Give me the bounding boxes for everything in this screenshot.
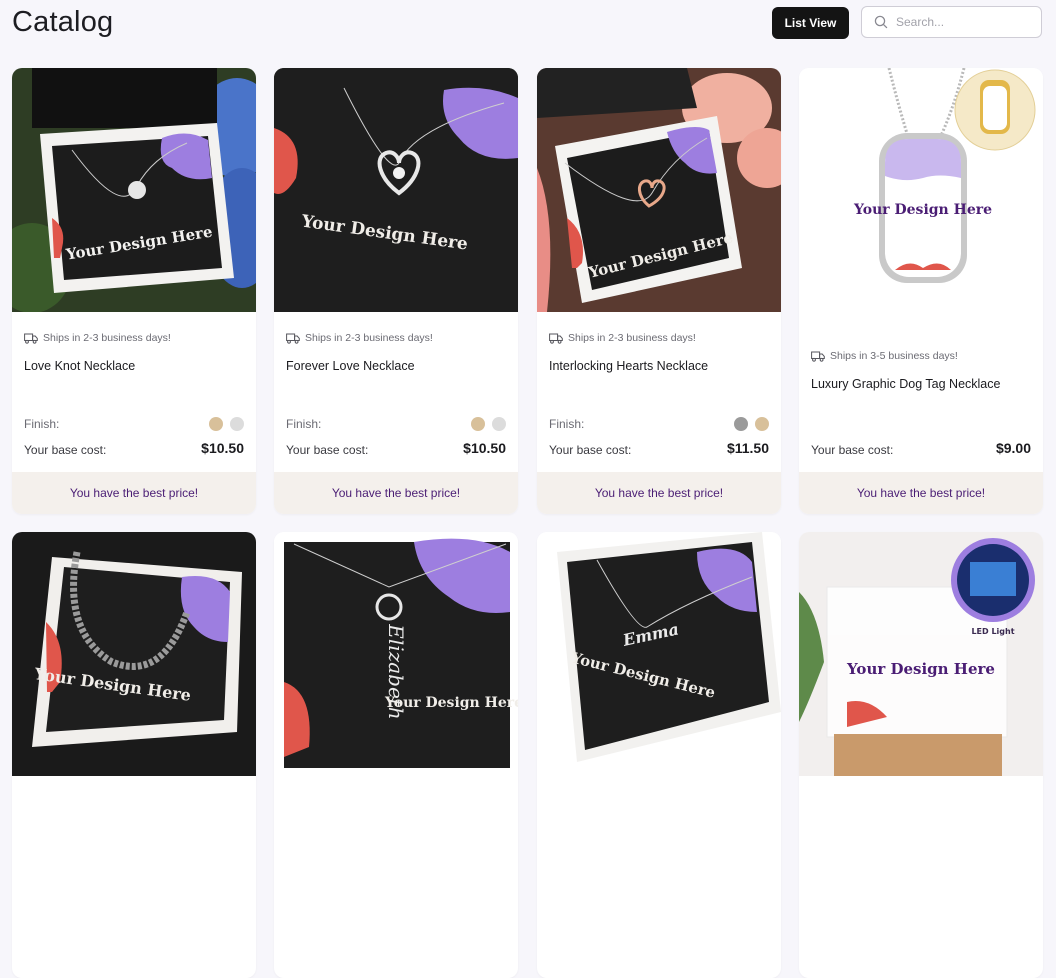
- shipping-text: Ships in 2-3 business days!: [568, 332, 696, 344]
- search-box[interactable]: [861, 6, 1042, 38]
- base-cost-value: $10.50: [201, 440, 244, 456]
- product-card[interactable]: Your Design Here Ships in 3-5 business d…: [799, 68, 1043, 514]
- shipping-info: Ships in 2-3 business days!: [24, 332, 171, 344]
- truck-icon: [811, 351, 825, 362]
- product-image-text: Your Design Here: [384, 695, 518, 711]
- finish-swatches: [734, 417, 769, 431]
- base-cost-value: $10.50: [463, 440, 506, 456]
- base-cost-label: Your base cost:: [811, 443, 894, 457]
- product-card[interactable]: Elizabeth Your Design Here: [274, 532, 518, 978]
- product-image-text: Your Design Here: [853, 202, 992, 218]
- finish-swatch-gold[interactable]: [471, 417, 485, 431]
- product-image[interactable]: Elizabeth Your Design Here: [274, 532, 518, 776]
- finish-swatch-silver[interactable]: [230, 417, 244, 431]
- product-card[interactable]: Your Design Here Ships in 2-3 business d…: [274, 68, 518, 514]
- product-image[interactable]: Your Design Here: [799, 68, 1043, 312]
- shipping-info: Ships in 2-3 business days!: [286, 332, 433, 344]
- finish-swatch-gold[interactable]: [755, 417, 769, 431]
- product-image[interactable]: Your Design Here: [12, 532, 256, 776]
- shipping-text: Ships in 2-3 business days!: [43, 332, 171, 344]
- truck-icon: [549, 333, 563, 344]
- finish-swatches: [209, 417, 244, 431]
- product-card[interactable]: Your Design Here: [12, 532, 256, 978]
- product-image[interactable]: Your Design Here LED Light: [799, 532, 1043, 776]
- base-cost-value: $11.50: [726, 440, 769, 456]
- shipping-info: Ships in 2-3 business days!: [549, 332, 696, 344]
- product-image[interactable]: Your Design Here: [12, 68, 256, 312]
- finish-label: Finish:: [24, 417, 60, 431]
- shipping-text: Ships in 2-3 business days!: [305, 332, 433, 344]
- search-icon: [874, 15, 888, 29]
- page-title: Catalog: [12, 6, 114, 38]
- base-cost-label: Your base cost:: [549, 443, 632, 457]
- product-image[interactable]: Your Design Here: [274, 68, 518, 312]
- product-image[interactable]: Your Design Here: [537, 68, 781, 312]
- best-price-banner: You have the best price!: [274, 472, 518, 514]
- truck-icon: [286, 333, 300, 344]
- finish-swatch-steel[interactable]: [734, 417, 748, 431]
- product-image[interactable]: Emma Your Design Here: [537, 532, 781, 776]
- product-image-text: Your Design Here: [846, 660, 995, 678]
- product-name[interactable]: Luxury Graphic Dog Tag Necklace: [811, 377, 1000, 391]
- finish-swatch-silver[interactable]: [492, 417, 506, 431]
- shipping-info: Ships in 3-5 business days!: [811, 350, 958, 362]
- finish-label: Finish:: [286, 417, 322, 431]
- product-card[interactable]: Your Design Here LED Light: [799, 532, 1043, 978]
- product-card[interactable]: Your Design Here Ships in 2-3 business d…: [537, 68, 781, 514]
- truck-icon: [24, 333, 38, 344]
- shipping-text: Ships in 3-5 business days!: [830, 350, 958, 362]
- base-cost-label: Your base cost:: [286, 443, 369, 457]
- product-card[interactable]: Emma Your Design Here: [537, 532, 781, 978]
- base-cost-label: Your base cost:: [24, 443, 107, 457]
- base-cost-value: $9.00: [995, 440, 1031, 456]
- finish-swatches: [471, 417, 506, 431]
- finish-swatch-gold[interactable]: [209, 417, 223, 431]
- product-card[interactable]: Your Design Here Ships in 2-3 business d…: [12, 68, 256, 514]
- product-name[interactable]: Love Knot Necklace: [24, 359, 135, 373]
- search-input[interactable]: [894, 14, 1038, 30]
- list-view-button[interactable]: List View: [772, 7, 849, 39]
- finish-label: Finish:: [549, 417, 585, 431]
- best-price-banner: You have the best price!: [799, 472, 1043, 514]
- header: Catalog List View: [0, 0, 1056, 56]
- product-name[interactable]: Interlocking Hearts Necklace: [549, 359, 708, 373]
- best-price-banner: You have the best price!: [12, 472, 256, 514]
- led-light-badge: LED Light: [971, 627, 1014, 636]
- product-name[interactable]: Forever Love Necklace: [286, 359, 415, 373]
- best-price-banner: You have the best price!: [537, 472, 781, 514]
